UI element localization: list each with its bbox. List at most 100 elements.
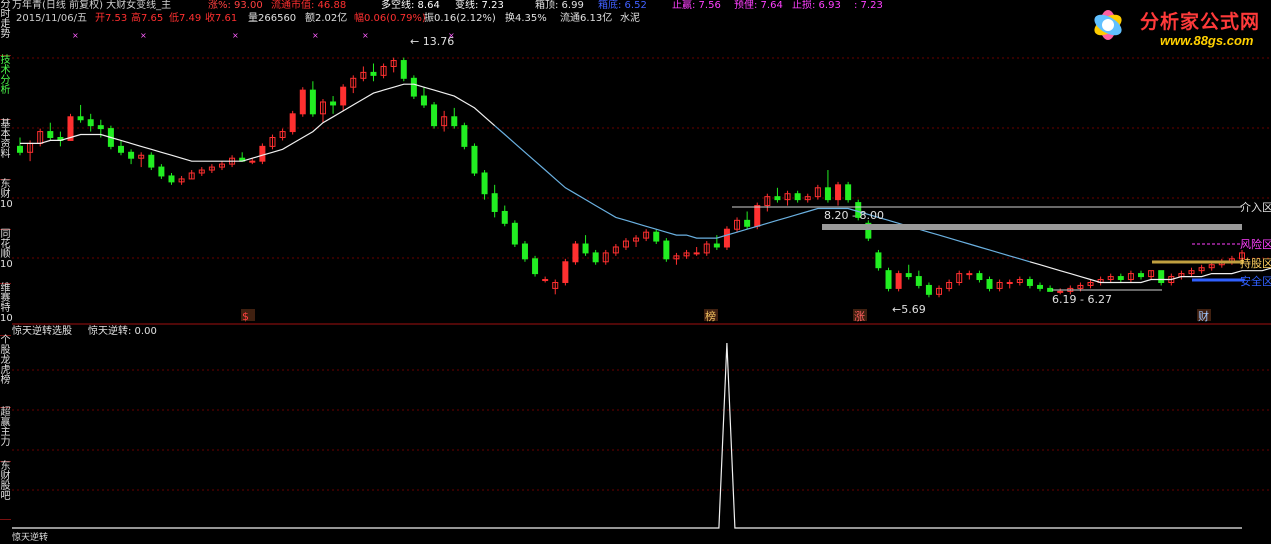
bar-date: 2015/11/06/五 [16,13,88,24]
tab-7[interactable]: 超赢主力 [0,408,11,462]
candle-body-down [471,145,478,174]
high-value: 高7.65 [131,13,164,24]
candle-body-down [410,77,417,97]
candle-body-down [420,95,427,106]
take-profit-value: 止赢: 7.56 [672,0,721,11]
candle-body-down [1158,270,1165,283]
tab-4[interactable]: 同花顺10 [0,230,13,284]
candle-body-up [340,86,347,106]
candle-body-up [572,243,579,263]
range-label: 6.19 - 6.27 [1052,293,1112,306]
candle-body-down [128,151,135,159]
kline-chart[interactable]: × × × × × ×← 13.768.20 - 8.00←5.696.19 - 6.27… [12,0,1271,538]
candle-body-up [966,273,973,276]
candle-body-down [330,101,337,106]
forecast-value: 预俚: 7.64 [734,0,783,11]
candle-body-down [986,279,993,289]
event-marker: 财 [1198,309,1209,323]
sub-panel-bottom: 惊天逆转 [12,533,49,543]
tab-8[interactable]: 东财股吧 [0,462,11,520]
logo-url[interactable]: www.88gs.com [1160,33,1253,48]
sub-panel-title: 惊天逆转选股 [12,326,72,337]
open-value: 开7.53 [95,13,128,24]
candle-body-down [1138,273,1145,278]
box-bottom-value: 箱底: 6.52 [598,0,647,11]
site-logo: 分析家公式网 www.88gs.com [1080,1,1271,53]
box-label: 8.20 - 8.00 [824,209,884,222]
sub-indicator-value: 惊天逆转: 0.00 [88,326,157,337]
candle-body-up [542,279,549,282]
candle-body-down [511,222,518,245]
candle-body-down [117,145,124,153]
candle-body-down [168,175,175,183]
tab-3[interactable]: 东财10 [0,180,13,230]
candle-body-down [713,243,720,248]
tab-0[interactable]: 分时走势 [0,0,11,56]
candle-body-down [1117,276,1124,281]
hold-zone-label: 持股区 [1240,256,1271,270]
candle-body-down [976,273,983,281]
tab-2[interactable]: 基本资料 [0,120,11,180]
candle-body-down [400,60,407,79]
candle-body-up [723,228,730,248]
close-value: 收7.61 [205,13,238,24]
candle-body-down [501,210,508,224]
tab-1[interactable]: 技术分析 [0,56,11,120]
marker-x: × [140,31,147,40]
entry-zone-label: 介入区 [1240,201,1271,214]
candle-body-down [97,125,104,130]
candle-body-down [774,196,781,201]
turnover-value: 换4.35% [505,13,547,24]
candle-body-down [582,243,589,254]
candle-body-up [895,273,902,289]
marker-x: × [232,31,239,40]
candle-body-down [491,193,498,212]
candle-body-up [835,184,842,201]
candle-body-down [794,193,801,201]
tab-6[interactable]: 个股龙虎榜 [0,336,11,408]
candle-body-down [592,252,599,263]
candle-body-down [481,172,488,195]
amount-value: 额2.02亿 [305,13,348,24]
candle-body-down [925,284,932,295]
candle-body-down [915,276,922,286]
candle-body-down [845,184,852,201]
candle-body-up [249,160,256,163]
event-marker: 涨 [854,310,865,323]
event-marker: 榜 [705,309,716,323]
candle-body-down [521,243,528,260]
candle-body-down [158,166,165,177]
candle-body-down [663,240,670,260]
candle-body-down [47,131,54,138]
amplitude-value: 振0.16(2.12%) [424,13,496,24]
candle-body-down [461,125,468,147]
tab-5[interactable]: 维赛特10 [0,284,13,336]
low-label: ←5.69 [892,303,926,316]
extra-value: : 7.23 [854,0,883,11]
risk-zone-label: 风险区 [1240,237,1271,251]
left-tab-strip: 分时走势 技术分析 基本资料 东财10 同花顺10 维赛特10 个股龙虎榜 超赢主力 东财股吧 [0,0,13,538]
volume-value: 量266560 [248,13,297,24]
candle-body-up [259,145,266,162]
box-top-value: 箱顶: 6.99 [535,0,584,11]
candle-body-up [299,89,306,115]
duokong-value: 多空线: 8.64 [381,0,440,11]
marker-x: × [312,31,319,40]
logo-title: 分析家公式网 [1140,11,1261,33]
candle-body-down [370,71,377,76]
float-shares-value: 流通6.13亿 [560,13,613,24]
candle-body-down [451,116,458,127]
candle-body-up [693,252,700,255]
candle-body-up [562,261,569,283]
candle-body-down [532,258,539,275]
candle-body-down [1026,279,1033,286]
bianxian-value: 变线: 7.23 [455,0,504,11]
safe-zone-label: 安全区 [1240,274,1271,288]
flower-logo-icon [1094,10,1122,40]
candle-body-down [1047,287,1054,292]
candle-body-down [744,219,751,227]
candle-body-down [309,89,316,115]
event-marker: $ [242,310,249,323]
signal-spike-line [12,342,1242,529]
chart-title: 万年青(日线 前复权) 大财女变线_主 [12,0,172,11]
